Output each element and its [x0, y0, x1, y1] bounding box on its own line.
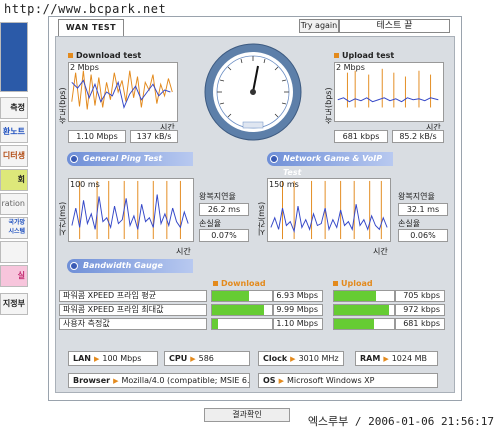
- bandwidth-upload-header: Upload: [333, 279, 373, 288]
- result-confirm-button[interactable]: 결과확인: [204, 408, 290, 422]
- try-again-button[interactable]: Try again: [299, 19, 339, 33]
- upload-gauge-fill: [334, 291, 376, 301]
- game-rtt-label: 왕복지연율: [398, 192, 435, 201]
- upload-scale: 2 Mbps: [336, 63, 365, 72]
- upload-gauge-fill: [334, 305, 390, 315]
- section-general-ping: General Ping Test: [67, 152, 193, 166]
- upload-gauge-fill: [334, 319, 374, 329]
- upload-kbs: 85.2 kB/s: [392, 130, 444, 143]
- ping-rtt-value: 26.2 ms: [199, 203, 249, 216]
- left-sidebar: 측정 환노트 디터생활 회 ration 국가망 시스템 실 지정부: [0, 22, 28, 327]
- ram-info: RAM ▶ 1024 MB: [355, 351, 438, 366]
- game-rtt-value: 32.1 ms: [398, 203, 448, 216]
- orange-bullet-icon: [68, 53, 73, 58]
- game-x-label: 시간: [373, 247, 388, 256]
- sidebar-item-ration[interactable]: ration: [0, 193, 28, 215]
- upload-gauge-bar: [333, 290, 395, 302]
- bandwidth-row-label: 파워콤 XPEED 프라임 최대값: [59, 304, 207, 316]
- arrow-right-icon: ▶: [383, 355, 389, 363]
- upload-test-title: Upload test: [334, 51, 394, 60]
- bandwidth-download-header: Download: [213, 279, 266, 288]
- ping-rtt-label: 왕복지연율: [199, 192, 236, 201]
- bullet-ball-icon: [270, 155, 278, 163]
- test-status-field: 테스트 끝: [339, 19, 450, 33]
- download-gauge-fill: [212, 319, 218, 329]
- orange-bullet-icon: [333, 281, 338, 286]
- upload-gauge-value: 972 kbps: [395, 304, 445, 316]
- sidebar-item-national-network[interactable]: 국가망 시스템: [0, 217, 28, 239]
- sidebar-item-room[interactable]: 실: [0, 265, 28, 287]
- sidebar-item-blank[interactable]: [0, 241, 28, 263]
- download-gauge-fill: [212, 305, 264, 315]
- arrow-right-icon: ▶: [93, 355, 100, 363]
- watermark-url: http://www.bcpark.net: [4, 2, 167, 16]
- upload-kbps: 681 kbps: [334, 130, 388, 143]
- download-gauge-value: 9.99 Mbps: [273, 304, 323, 316]
- game-loss-value: 0.06%: [398, 229, 448, 242]
- lan-info: LAN ▶ 100 Mbps: [68, 351, 158, 366]
- os-info: OS ▶ Microsoft Windows XP: [258, 373, 438, 388]
- download-gauge-bar: [211, 290, 273, 302]
- download-test-title: Download test: [68, 51, 141, 60]
- bullet-ball-icon: [70, 262, 78, 270]
- globe-logo: [0, 22, 28, 92]
- download-mbps: 1.10 Mbps: [68, 130, 126, 143]
- arrow-right-icon: ▶: [290, 355, 296, 363]
- sidebar-item-measure[interactable]: 측정: [0, 97, 28, 119]
- sidebar-item-gov[interactable]: 지정부: [0, 293, 28, 315]
- upload-gauge-value: 705 kbps: [395, 290, 445, 302]
- sidebar-item-misc[interactable]: 회: [0, 169, 28, 191]
- orange-bullet-icon: [334, 53, 339, 58]
- ping-loss-label: 손실율: [199, 219, 222, 228]
- game-loss-label: 손실율: [398, 219, 421, 228]
- sidebar-item-digital[interactable]: 디터생활: [0, 145, 28, 167]
- game-scale: 150 ms: [269, 180, 299, 189]
- tab-wan-test[interactable]: WAN TEST: [58, 19, 124, 36]
- download-gauge-fill: [212, 291, 250, 301]
- bandwidth-row-label: 파워콤 XPEED 프라임 평균: [59, 290, 207, 302]
- clock-info: Clock ▶ 3010 MHz: [258, 351, 344, 366]
- cpu-info: CPU ▶ 586: [164, 351, 250, 366]
- download-gauge-bar: [211, 318, 273, 330]
- upload-gauge-value: 681 kbps: [395, 318, 445, 330]
- bullet-ball-icon: [70, 155, 78, 163]
- arrow-right-icon: ▶: [113, 377, 119, 385]
- download-gauge-value: 1.10 Mbps: [273, 318, 323, 330]
- browser-info: Browser ▶ Mozilla/4.0 (compatible; MSIE 6.…: [68, 373, 250, 388]
- upload-gauge-bar: [333, 318, 395, 330]
- screenshot-stamp: 엑스루부 / 2006-01-06 21:56:17: [307, 415, 494, 428]
- arrow-right-icon: ▶: [190, 355, 196, 363]
- arrow-right-icon: ▶: [278, 377, 284, 385]
- sidebar-item-note[interactable]: 환노트: [0, 121, 28, 143]
- upload-gauge-bar: [333, 304, 395, 316]
- speed-gauge-dial: [204, 43, 302, 141]
- ping-x-label: 시간: [176, 247, 191, 256]
- download-scale: 2 Mbps: [70, 63, 99, 72]
- ping-loss-value: 0.07%: [199, 229, 249, 242]
- bandwidth-row-label: 사용자 측정값: [59, 318, 207, 330]
- section-network-game: Network Game & VoIP Test: [267, 152, 393, 177]
- download-gauge-bar: [211, 304, 273, 316]
- download-kbs: 137 kB/s: [130, 130, 178, 143]
- section-bandwidth-gauge: Bandwidth Gauge: [67, 259, 193, 273]
- download-gauge-value: 6.93 Mbps: [273, 290, 323, 302]
- ping-scale: 100 ms: [70, 180, 100, 189]
- orange-bullet-icon: [213, 281, 218, 286]
